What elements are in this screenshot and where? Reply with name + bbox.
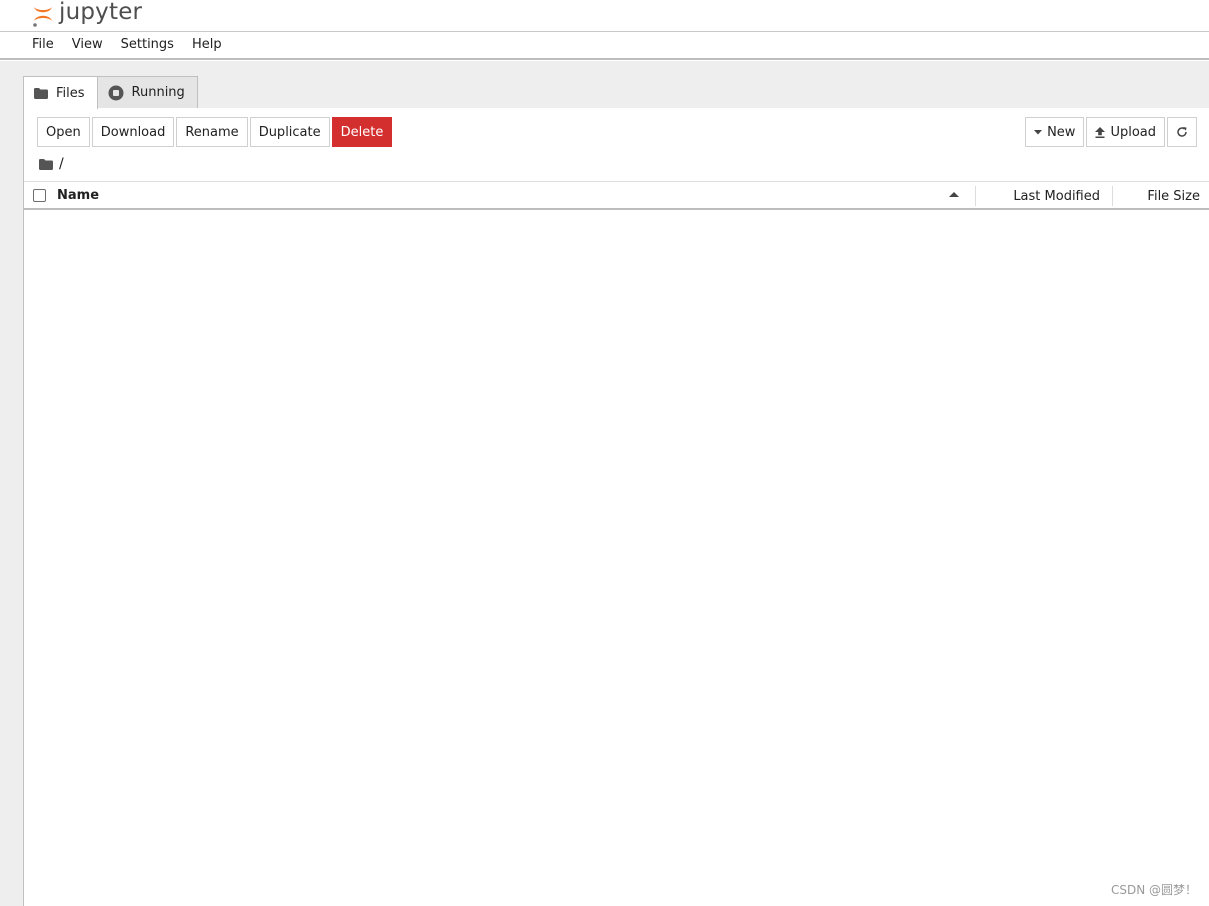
upload-button-label: Upload xyxy=(1110,124,1156,140)
column-header-last-modified[interactable]: Last Modified xyxy=(976,182,1112,211)
sort-ascending-icon[interactable] xyxy=(949,192,959,197)
file-actions-toolbar: Open Download Rename Duplicate Delete xyxy=(37,117,394,147)
column-header-file-size[interactable]: File Size xyxy=(1113,182,1209,211)
file-browser-panel: Open Download Rename Duplicate Delete Ne… xyxy=(23,108,1209,906)
file-list xyxy=(24,212,1209,902)
select-all-checkbox[interactable] xyxy=(33,189,46,202)
menu-help[interactable]: Help xyxy=(183,31,231,59)
new-button[interactable]: New xyxy=(1025,117,1085,147)
new-button-label: New xyxy=(1047,124,1076,140)
refresh-icon xyxy=(1176,126,1188,138)
jupyter-logo[interactable]: jupyter xyxy=(30,0,142,32)
download-button[interactable]: Download xyxy=(91,117,175,147)
duplicate-button[interactable]: Duplicate xyxy=(249,117,330,147)
breadcrumb: / xyxy=(39,156,64,172)
file-list-header: Name Last Modified File Size xyxy=(24,181,1209,210)
tab-bar: Files Running xyxy=(23,76,198,109)
watermark: CSDN @圆梦！ xyxy=(1110,883,1197,897)
folder-icon xyxy=(34,87,48,99)
upload-button[interactable]: Upload xyxy=(1086,117,1165,147)
caret-down-icon xyxy=(1034,129,1043,135)
upload-icon xyxy=(1095,126,1106,138)
rename-button[interactable]: Rename xyxy=(176,117,248,147)
breadcrumb-path[interactable]: / xyxy=(59,156,64,172)
refresh-button[interactable] xyxy=(1167,117,1197,147)
logo-text: jupyter xyxy=(59,0,143,25)
menu-settings[interactable]: Settings xyxy=(112,31,183,59)
tab-files-label: Files xyxy=(56,85,85,101)
menu-file[interactable]: File xyxy=(23,31,63,59)
column-header-name[interactable]: Name xyxy=(57,182,99,209)
stop-circle-icon xyxy=(108,85,124,101)
menu-view[interactable]: View xyxy=(63,31,112,59)
tab-files[interactable]: Files xyxy=(23,76,98,109)
tab-running-label: Running xyxy=(131,85,185,100)
tab-running[interactable]: Running xyxy=(97,76,198,108)
create-toolbar: New Upload xyxy=(1025,117,1199,147)
menu-bar: File View Settings Help xyxy=(0,32,1209,60)
delete-button[interactable]: Delete xyxy=(331,117,393,147)
jupyter-logo-icon xyxy=(33,7,52,27)
open-button[interactable]: Open xyxy=(37,117,90,147)
top-header: jupyter xyxy=(0,0,1209,32)
folder-icon[interactable] xyxy=(39,158,53,170)
